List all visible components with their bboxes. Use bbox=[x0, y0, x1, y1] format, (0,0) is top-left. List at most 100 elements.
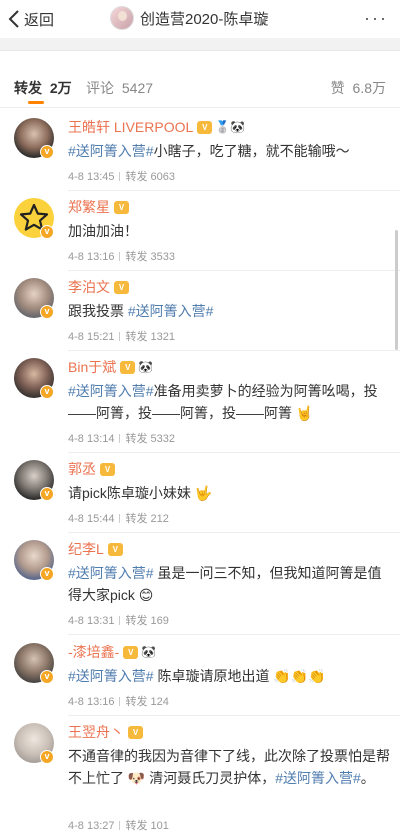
repost-count[interactable]: 转发 101 bbox=[125, 820, 168, 832]
item-divider bbox=[68, 715, 400, 716]
repost-count[interactable]: 转发 212 bbox=[125, 513, 168, 525]
chevron-left-icon bbox=[8, 10, 19, 28]
verified-badge-icon: v bbox=[40, 305, 54, 319]
tab-reposts[interactable]: 转发 2万 bbox=[14, 78, 72, 98]
timestamp: 4-8 13:27 bbox=[68, 820, 115, 832]
name-row: -漆培鑫- V 🐼 bbox=[68, 643, 156, 661]
vip-crown-icon: V bbox=[114, 280, 129, 294]
page-title: 创造营2020-陈卓璇 bbox=[140, 10, 269, 28]
repost-text: 不通音律的我因为音律下了线，此次除了投票怕是帮不上忙了 🐶 清河聂氏刀灵护体，#… bbox=[68, 745, 390, 789]
repost-count[interactable]: 转发 6063 bbox=[125, 171, 175, 183]
vip-crown-icon: V bbox=[107, 542, 123, 556]
scrollbar[interactable] bbox=[395, 230, 398, 350]
tab-likes[interactable]: 赞 6.8万 bbox=[331, 78, 386, 98]
repost-text: #送阿箐入营#准备用卖萝卜的经验为阿箐吆喝，投——阿箐，投——阿箐，投——阿箐 … bbox=[68, 380, 390, 424]
username[interactable]: Bin于斌 bbox=[68, 357, 116, 377]
verified-badge-icon: v bbox=[40, 487, 54, 501]
item-divider bbox=[68, 532, 400, 533]
vip-crown-icon: V bbox=[197, 120, 213, 134]
badge-icons: 🐼 bbox=[141, 645, 157, 659]
text-segment: 。 bbox=[360, 770, 375, 786]
verified-badge-icon: v bbox=[40, 750, 54, 764]
repost-count[interactable]: 转发 169 bbox=[125, 615, 168, 627]
card-edge bbox=[0, 50, 400, 68]
topic-link[interactable]: #送阿箐入营# bbox=[68, 565, 154, 581]
repost-count[interactable]: 转发 3533 bbox=[125, 251, 175, 263]
name-row: 郭丞 V bbox=[68, 460, 115, 478]
page-title-group: 创造营2020-陈卓璇 bbox=[110, 5, 268, 31]
username[interactable]: 王皓轩 LIVERPOOL bbox=[68, 117, 193, 137]
vip-crown-icon: V bbox=[120, 360, 136, 374]
meta-divider bbox=[119, 616, 121, 625]
repost-meta: 4-8 13:14 转发 5332 bbox=[68, 430, 175, 446]
tab-reposts-count: 2万 bbox=[49, 80, 72, 96]
repost-meta: 4-8 13:16 转发 3533 bbox=[68, 248, 175, 264]
repost-meta: 4-8 13:45 转发 6063 bbox=[68, 168, 175, 184]
username[interactable]: 李泊文 bbox=[68, 277, 110, 297]
timestamp: 4-8 13:16 bbox=[68, 251, 115, 263]
name-row: 纪李L V bbox=[68, 540, 123, 558]
repost-meta: 4-8 15:44 转发 212 bbox=[68, 510, 169, 526]
topic-link[interactable]: #送阿箐入营# bbox=[275, 770, 361, 786]
repost-meta: 4-8 13:31 转发 169 bbox=[68, 612, 169, 628]
verified-badge-icon: v bbox=[40, 145, 54, 159]
repost-text: #送阿箐入营# 虽是一问三不知，但我知道阿箐是值得大家pick 😊 bbox=[68, 562, 390, 606]
repost-count[interactable]: 转发 1321 bbox=[125, 331, 175, 343]
meta-divider bbox=[119, 697, 121, 706]
verified-badge-icon: v bbox=[40, 670, 54, 684]
name-row: 王皓轩 LIVERPOOL V 🥈🐼 bbox=[68, 118, 245, 136]
repost-text: 请pick陈卓璇小妹妹 🤟 bbox=[68, 482, 390, 504]
repost-text: 加油加油！ bbox=[68, 220, 390, 242]
name-row: 郑繁星 V bbox=[68, 198, 129, 216]
item-divider bbox=[68, 190, 400, 191]
vip-crown-icon: V bbox=[114, 200, 129, 214]
username[interactable]: 郭丞 bbox=[68, 459, 96, 479]
topic-link[interactable]: #送阿箐入营# bbox=[128, 303, 214, 319]
active-tab-indicator bbox=[28, 101, 44, 104]
item-divider bbox=[68, 350, 400, 351]
back-label: 返回 bbox=[24, 11, 55, 29]
name-row: 李泊文 V bbox=[68, 278, 129, 296]
username[interactable]: 纪李L bbox=[68, 539, 104, 559]
username[interactable]: 郑繁星 bbox=[68, 197, 110, 217]
tab-comments[interactable]: 评论 5427 bbox=[86, 78, 153, 98]
meta-divider bbox=[119, 332, 121, 341]
repost-text: #送阿箐入营#小瞎子，吃了糖，就不能输哦～ bbox=[68, 140, 390, 162]
text-segment: 小瞎子，吃了糖，就不能输哦～ bbox=[153, 143, 350, 159]
tab-bar: 转发 2万 评论 5427 赞 6.8万 bbox=[0, 68, 400, 108]
meta-divider bbox=[119, 172, 121, 181]
repost-count[interactable]: 转发 5332 bbox=[125, 433, 175, 445]
username[interactable]: 王翌舟丶 bbox=[68, 722, 124, 742]
timestamp: 4-8 15:21 bbox=[68, 331, 115, 343]
verified-badge-icon: v bbox=[40, 385, 54, 399]
timestamp: 4-8 13:16 bbox=[68, 696, 115, 708]
item-divider bbox=[68, 634, 400, 635]
repost-meta: 4-8 13:16 转发 124 bbox=[68, 693, 169, 709]
verified-badge-icon: v bbox=[40, 225, 54, 239]
repost-text: 跟我投票 #送阿箐入营# bbox=[68, 300, 390, 322]
topic-link[interactable]: #送阿箐入营# bbox=[68, 668, 154, 684]
text-segment: 跟我投票 bbox=[68, 303, 128, 319]
tab-likes-label: 赞 bbox=[330, 80, 345, 96]
tab-comments-count: 5427 bbox=[121, 80, 154, 96]
vip-crown-icon: V bbox=[123, 645, 139, 659]
back-button[interactable]: 返回 bbox=[8, 8, 54, 30]
item-divider bbox=[68, 270, 400, 271]
timestamp: 4-8 13:14 bbox=[68, 433, 115, 445]
title-avatar bbox=[110, 6, 134, 30]
topic-link[interactable]: #送阿箐入营# bbox=[68, 383, 154, 399]
timestamp: 4-8 13:31 bbox=[68, 615, 115, 627]
username[interactable]: -漆培鑫- bbox=[68, 642, 119, 662]
section-gap bbox=[0, 38, 400, 50]
item-divider bbox=[68, 452, 400, 453]
text-segment: 陈卓璇请原地出道 👏👏👏 bbox=[153, 668, 326, 684]
more-options-button[interactable]: ··· bbox=[364, 8, 388, 28]
text-segment: 请pick陈卓璇小妹妹 🤟 bbox=[68, 485, 213, 501]
meta-divider bbox=[119, 821, 121, 830]
repost-count[interactable]: 转发 124 bbox=[125, 696, 168, 708]
meta-divider bbox=[119, 514, 121, 523]
name-row: Bin于斌 V 🐼 bbox=[68, 358, 153, 376]
tab-reposts-label: 转发 bbox=[14, 80, 42, 96]
navigation-bar: 返回 创造营2020-陈卓璇 ··· bbox=[0, 0, 400, 38]
topic-link[interactable]: #送阿箐入营# bbox=[68, 143, 154, 159]
